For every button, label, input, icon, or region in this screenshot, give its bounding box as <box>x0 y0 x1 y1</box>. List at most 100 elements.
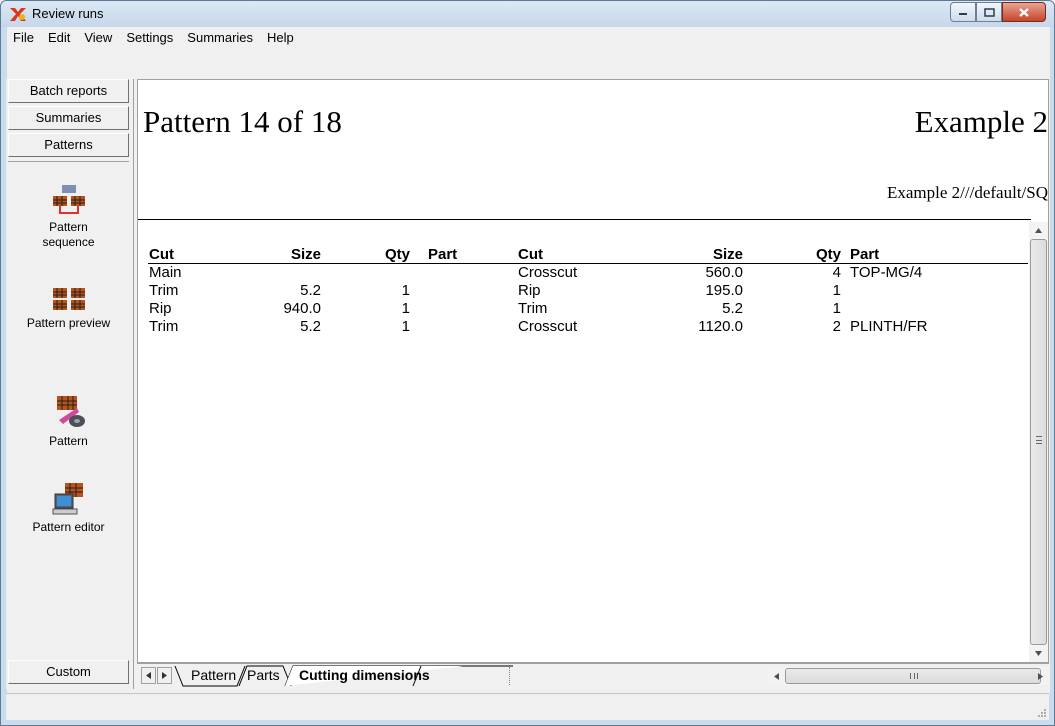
menu-view[interactable]: View <box>77 27 119 48</box>
maximize-button[interactable] <box>976 2 1002 22</box>
tab-scroll-left-button[interactable] <box>141 667 156 684</box>
pattern-sequence-icon <box>52 185 85 214</box>
table-body: Main Crosscut 560.0 4 TOP-MG/4 Trim 5.2 1 Rip 195… <box>148 264 1028 336</box>
column-header-qty-2: Qty <box>815 246 841 263</box>
sidebar-item-pattern-editor[interactable]: Pattern editor <box>8 482 129 535</box>
tab-parts[interactable]: Parts <box>241 666 286 686</box>
scroll-right-button[interactable] <box>1032 667 1049 685</box>
header-divider <box>138 219 1031 220</box>
cell-qty-2: 1 <box>832 282 841 299</box>
arrow-right-icon <box>162 672 167 679</box>
arrow-right-icon <box>1038 672 1043 680</box>
pattern-editor-icon <box>52 483 83 515</box>
cell-qty-2: 1 <box>832 300 841 317</box>
cell-qty: 1 <box>401 282 410 299</box>
column-header-part: Part <box>428 246 458 263</box>
window-title: Review runs <box>32 6 104 21</box>
cell-size: 940.0 <box>283 300 321 317</box>
vertical-scrollbar[interactable] <box>1029 222 1048 662</box>
menu-bar: File Edit View Settings Summaries Help <box>7 27 1050 48</box>
close-icon <box>1019 7 1029 17</box>
arrow-left-icon <box>146 672 151 679</box>
title-bar[interactable]: Review runs <box>1 1 1054 27</box>
tab-split-handle[interactable] <box>509 667 513 685</box>
grip-icon <box>1036 436 1042 444</box>
table-row: Main Crosscut 560.0 4 TOP-MG/4 <box>148 264 1028 282</box>
menu-help[interactable]: Help <box>260 27 301 48</box>
sidebar-tab-batch-reports[interactable]: Batch reports <box>8 79 129 103</box>
example-subtitle: Example 2///default/SQ <box>887 183 1048 202</box>
app-x-icon <box>10 8 26 21</box>
cell-size-2: 1120.0 <box>698 318 743 335</box>
table-row: Trim 5.2 1 Rip 195.0 1 <box>148 282 1028 300</box>
table-header: Cut Size Qty Part Cut Size Qty Part <box>148 246 1028 264</box>
cell-cut: Trim <box>149 282 179 299</box>
cell-qty-2: 4 <box>832 264 841 281</box>
cell-cut-2: Trim <box>518 300 548 317</box>
cell-cut-2: Crosscut <box>518 318 578 335</box>
tab-scroll-right-button[interactable] <box>157 667 172 684</box>
pattern-title: Pattern 14 of 18 <box>143 104 342 139</box>
menu-file[interactable]: File <box>7 27 41 48</box>
menu-edit[interactable]: Edit <box>41 27 77 48</box>
status-bar <box>6 693 1049 720</box>
cell-qty-2: 2 <box>832 318 841 335</box>
cell-qty: 1 <box>401 300 410 317</box>
sidebar-item-label: Pattern editor <box>32 520 105 534</box>
cell-cut: Rip <box>149 300 172 317</box>
close-button[interactable] <box>1002 2 1046 22</box>
scroll-down-button[interactable] <box>1029 645 1048 662</box>
column-header-cut: Cut <box>149 246 174 263</box>
scroll-up-button[interactable] <box>1029 222 1048 239</box>
cell-size-2: 560.0 <box>705 264 743 281</box>
horizontal-scrollbar[interactable] <box>768 667 1049 685</box>
sidebar-item-label: Pattern <box>49 434 88 448</box>
scroll-left-button[interactable] <box>768 667 785 685</box>
sidebar-item-label: Pattern <box>49 220 88 234</box>
arrow-left-icon <box>774 672 779 680</box>
cell-cut: Main <box>149 264 182 281</box>
cell-cut-2: Crosscut <box>518 264 578 281</box>
example-title: Example 2 <box>914 104 1048 139</box>
minimize-icon <box>959 13 967 15</box>
tab-pattern[interactable]: Pattern <box>185 666 242 686</box>
sidebar-panel-patterns: Pattern sequence Pattern preview Pattern <box>8 161 129 657</box>
sidebar-tab-custom[interactable]: Custom <box>8 660 129 684</box>
sidebar-item-pattern-preview[interactable]: Pattern preview <box>8 286 129 331</box>
menu-summaries[interactable]: Summaries <box>180 27 260 48</box>
minimize-button[interactable] <box>950 2 976 22</box>
sidebar-tab-summaries[interactable]: Summaries <box>8 106 129 130</box>
arrow-down-icon <box>1035 651 1042 656</box>
tab-cutting-dimensions[interactable]: Cutting dimensions <box>293 666 436 686</box>
horizontal-scroll-thumb[interactable] <box>785 668 1041 684</box>
cell-size: 5.2 <box>300 318 321 335</box>
cell-size-2: 5.2 <box>722 300 743 317</box>
resize-grip-icon[interactable] <box>1037 708 1047 718</box>
pattern-preview-icon <box>52 288 85 310</box>
grip-icon <box>910 673 918 679</box>
menu-settings[interactable]: Settings <box>119 27 180 48</box>
column-header-size: Size <box>290 246 321 263</box>
sidebar-item-label-line2: sequence <box>42 235 95 249</box>
vertical-scroll-thumb[interactable] <box>1030 239 1047 645</box>
table-row: Rip 940.0 1 Trim 5.2 1 <box>148 300 1028 318</box>
sidebar-item-pattern[interactable]: Pattern <box>8 394 129 449</box>
cell-cut-2: Rip <box>518 282 541 299</box>
cell-part-2: TOP-MG/4 <box>850 264 923 281</box>
cutting-dimensions-table: Cut Size Qty Part Cut Size Qty Part Main… <box>148 246 1028 336</box>
sidebar-tab-patterns[interactable]: Patterns <box>8 133 129 157</box>
cell-size: 5.2 <box>300 282 321 299</box>
arrow-up-icon <box>1035 228 1042 233</box>
sheet-tab-strip: Pattern Parts Cutting dimensions <box>137 663 1049 689</box>
table-row: Trim 5.2 1 Crosscut 1120.0 2 PLINTH/FR <box>148 318 1028 336</box>
column-header-size-2: Size <box>712 246 743 263</box>
cell-size-2: 195.0 <box>705 282 743 299</box>
maximize-icon <box>983 7 995 17</box>
cell-cut: Trim <box>149 318 179 335</box>
window-controls <box>950 2 1046 22</box>
pattern-icon <box>56 396 85 427</box>
column-header-part-2: Part <box>850 246 880 263</box>
sidebar-item-pattern-sequence[interactable]: Pattern sequence <box>8 184 129 250</box>
cell-qty: 1 <box>401 318 410 335</box>
sidebar-item-label: Pattern preview <box>26 316 111 330</box>
